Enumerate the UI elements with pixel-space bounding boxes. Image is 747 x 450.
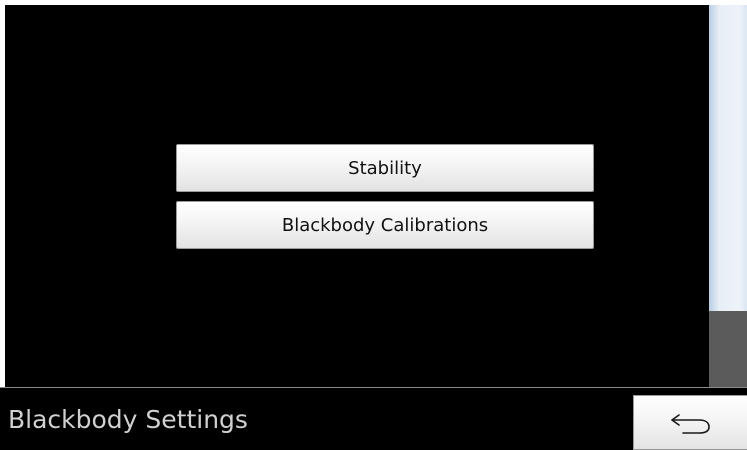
scrollbar-track[interactable] [709,5,747,311]
scrollbar-thumb[interactable] [709,311,747,387]
footer-bar: Blackbody Settings [0,388,747,450]
blackbody-settings-screen: Stability Blackbody Calibrations Blackbo… [0,0,747,450]
menu-area: Stability Blackbody Calibrations [5,5,709,387]
page-title: Blackbody Settings [8,405,248,434]
back-arrow-icon [670,413,710,434]
back-button[interactable] [633,395,747,450]
blackbody-calibrations-button[interactable]: Blackbody Calibrations [176,201,594,249]
stability-button[interactable]: Stability [176,144,594,192]
vertical-scrollbar[interactable] [709,5,747,387]
